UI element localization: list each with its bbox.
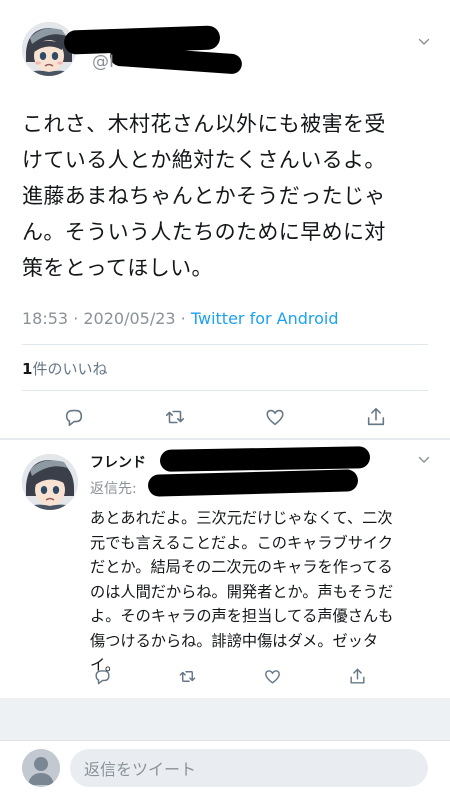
heart-icon [265,669,281,684]
empty-timeline-area [0,698,450,740]
reply-icon [65,409,83,427]
user-avatar[interactable] [22,749,60,787]
likes-number: 1 [22,360,33,378]
divider [22,344,428,345]
divider [22,390,428,391]
share-button[interactable] [346,664,370,688]
reply-actions [90,664,370,688]
share-icon [350,668,366,684]
meta-sep: · [68,309,84,328]
reply-button[interactable] [62,405,86,429]
retweet-button[interactable] [163,405,187,429]
share-button[interactable] [364,405,388,429]
likes-label: 件のいいね [32,360,108,378]
reply-icon [94,669,110,684]
tweet-actions [62,405,388,429]
retweet-icon [165,410,184,424]
reply-author-avatar[interactable] [22,454,78,510]
retweet-button[interactable] [175,664,199,688]
tweet-meta: 18:53 · 2020/05/23 · Twitter for Android [22,309,339,328]
chevron-down-icon[interactable] [418,36,430,48]
reply-to-label: 返信先: [90,481,137,497]
main-tweet: @I これさ、木村花さん以外にも被害を受 けている人とか絶対たくさんいるよ。 進… [0,0,450,440]
like-button[interactable] [261,664,285,688]
compose-bar: 返信をツイート [0,740,450,800]
tweet-source-link[interactable]: Twitter for Android [191,309,339,328]
retweet-icon [179,670,196,682]
tweet-text: これさ、木村花さん以外にも被害を受 けている人とか絶対たくさんいるよ。 進藤あま… [22,112,386,280]
meta-sep: · [175,309,191,328]
reply-text: あとあれだよ。三次元だけじゃなくて、二次 元でも言えることだよ。このキャラブサイ… [90,509,394,674]
share-icon [367,407,385,426]
reply-compose-input[interactable]: 返信をツイート [70,749,428,787]
redacted-reply-to [147,469,359,497]
tweet-date: 2020/05/23 [83,309,176,328]
like-button[interactable] [263,405,287,429]
likes-count[interactable]: 1件のいいね [22,358,107,379]
chevron-down-icon[interactable] [418,454,430,466]
redacted-handle [109,45,243,75]
redacted-reply-name [159,446,371,472]
reply-tweet[interactable]: フレンド 返信先: あとあれだよ。三次元だけじゃなくて、二次 元でも言えることだ… [0,440,450,698]
heart-icon [266,409,284,426]
author-handle: @I [92,52,115,72]
reply-author-name: フレンド [90,455,146,471]
tweet-time: 18:53 [22,309,69,328]
reply-button[interactable] [90,664,114,688]
